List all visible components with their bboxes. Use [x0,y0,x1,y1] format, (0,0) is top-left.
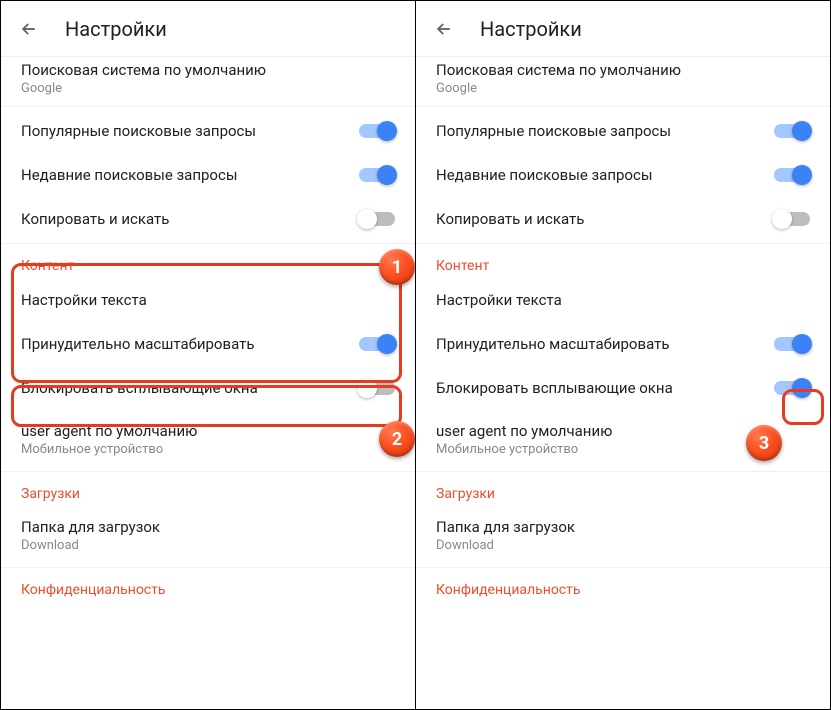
content-section-header: Контент [1,246,415,278]
header-bar: Настройки [416,1,830,57]
search-engine-value: Google [436,81,810,96]
copy-search-label: Копировать и искать [436,210,584,228]
divider [416,471,830,472]
page-title: Настройки [65,17,167,41]
block-popups-label: Блокировать всплывающие окна [21,379,258,397]
force-zoom-row[interactable]: Принудительно масштабировать [416,322,830,366]
back-icon[interactable] [432,17,456,41]
recent-queries-toggle[interactable] [774,168,810,182]
page-title: Настройки [480,17,582,41]
recent-queries-row[interactable]: Недавние поисковые запросы [416,153,830,197]
block-popups-row[interactable]: Блокировать всплывающие окна [1,366,415,410]
popular-queries-row[interactable]: Популярные поисковые запросы [1,109,415,153]
user-agent-value: Мобильное устройство [21,442,395,457]
divider [1,106,415,107]
block-popups-toggle[interactable] [774,381,810,395]
popular-queries-label: Популярные поисковые запросы [436,122,671,140]
user-agent-row[interactable]: user agent по умолчанию Мобильное устрой… [416,410,830,469]
text-settings-label: Настройки текста [436,291,562,309]
screen-left: Настройки Поисковая система по умолчанию… [1,1,416,709]
download-folder-row[interactable]: Папка для загрузок Download [416,506,830,565]
downloads-section-header: Загрузки [416,474,830,506]
copy-search-toggle[interactable] [359,212,395,226]
screen-right: Настройки Поисковая система по умолчанию… [416,1,830,709]
popular-queries-label: Популярные поисковые запросы [21,122,256,140]
block-popups-toggle[interactable] [359,381,395,395]
divider [1,567,415,568]
popular-queries-toggle[interactable] [359,124,395,138]
recent-queries-label: Недавние поисковые запросы [21,166,237,184]
force-zoom-toggle[interactable] [359,337,395,351]
popular-queries-toggle[interactable] [774,124,810,138]
header-bar: Настройки [1,1,415,57]
text-settings-row[interactable]: Настройки текста [416,278,830,322]
search-engine-label: Поисковая система по умолчанию [436,61,810,79]
content-section-header: Контент [416,246,830,278]
search-engine-value: Google [21,81,395,96]
search-engine-row[interactable]: Поисковая система по умолчанию Google [1,57,415,104]
text-settings-label: Настройки текста [21,291,147,309]
back-icon[interactable] [17,17,41,41]
block-popups-row[interactable]: Блокировать всплывающие окна [416,366,830,410]
copy-search-label: Копировать и искать [21,210,169,228]
download-folder-value: Download [436,538,810,553]
recent-queries-row[interactable]: Недавние поисковые запросы [1,153,415,197]
download-folder-label: Папка для загрузок [436,518,810,536]
downloads-section-header: Загрузки [1,474,415,506]
divider [416,106,830,107]
privacy-section-header: Конфиденциальность [1,570,415,602]
force-zoom-label: Принудительно масштабировать [21,335,254,353]
popular-queries-row[interactable]: Популярные поисковые запросы [416,109,830,153]
recent-queries-label: Недавние поисковые запросы [436,166,652,184]
force-zoom-label: Принудительно масштабировать [436,335,669,353]
search-engine-row[interactable]: Поисковая система по умолчанию Google [416,57,830,104]
divider [1,471,415,472]
user-agent-value: Мобильное устройство [436,442,810,457]
user-agent-row[interactable]: user agent по умолчанию Мобильное устрой… [1,410,415,469]
privacy-section-header: Конфиденциальность [416,570,830,602]
copy-search-row[interactable]: Копировать и искать [1,197,415,241]
download-folder-row[interactable]: Папка для загрузок Download [1,506,415,565]
copy-search-row[interactable]: Копировать и искать [416,197,830,241]
text-settings-row[interactable]: Настройки текста [1,278,415,322]
force-zoom-toggle[interactable] [774,337,810,351]
user-agent-label: user agent по умолчанию [436,422,810,440]
force-zoom-row[interactable]: Принудительно масштабировать [1,322,415,366]
recent-queries-toggle[interactable] [359,168,395,182]
divider [416,243,830,244]
search-engine-label: Поисковая система по умолчанию [21,61,395,79]
user-agent-label: user agent по умолчанию [21,422,395,440]
download-folder-label: Папка для загрузок [21,518,395,536]
copy-search-toggle[interactable] [774,212,810,226]
divider [416,567,830,568]
divider [1,243,415,244]
download-folder-value: Download [21,538,395,553]
block-popups-label: Блокировать всплывающие окна [436,379,673,397]
